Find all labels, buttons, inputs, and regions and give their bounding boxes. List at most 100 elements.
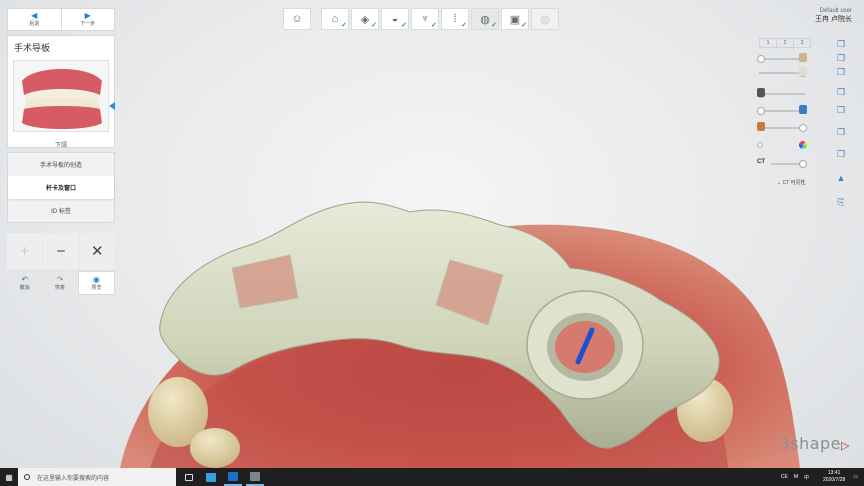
- step-guide-creation[interactable]: 手术导板的创造: [8, 153, 114, 176]
- crown-icon: ◒: [391, 13, 399, 25]
- mountain-icon[interactable]: ▲: [835, 172, 847, 184]
- check-icon: ✓: [431, 22, 437, 29]
- slider-knob[interactable]: [757, 55, 765, 63]
- patient-photo-button[interactable]: ☺: [283, 8, 311, 30]
- view-tab-3[interactable]: 3: [793, 39, 810, 47]
- tooth-icon: ♆: [420, 13, 430, 25]
- step-bar-window[interactable]: 杆卡及窗口: [8, 176, 114, 199]
- task-view-icon[interactable]: [180, 468, 198, 486]
- visibility-panel: 1 2 3 ❐ ❐ ❐ ❐ ❐ ❐ ❐ CT ▲ ⌄ CT 可见性 ⎘: [757, 38, 857, 207]
- undo-button[interactable]: ↶ 撤消: [7, 271, 42, 295]
- back-button[interactable]: ◀ 后退: [8, 9, 61, 30]
- ime-mode[interactable]: 中: [804, 474, 809, 481]
- layer-icon[interactable]: ❐: [835, 86, 847, 98]
- step-implant-button[interactable]: ⁞ ✓: [441, 8, 469, 30]
- brand-text: 3shape: [779, 434, 842, 453]
- action-row: ↶ 撤消 ↷ 恢复 ◉ 预览: [7, 271, 115, 295]
- jaw-thumbnail-image: [22, 69, 102, 129]
- windows-start-icon[interactable]: ▦: [0, 468, 18, 486]
- system-tray: CE M 中 13:41 2020/7/28 ▭: [781, 468, 858, 486]
- check-icon: ✓: [371, 22, 377, 29]
- model-swatch-icon: [799, 67, 807, 76]
- jaw-thumbnail[interactable]: [13, 60, 109, 132]
- windows-taskbar: ▦ 在这里输入你要搜索的内容 CE M 中 13:41 2020/7/28 ▭: [0, 468, 864, 486]
- layer-icon[interactable]: ❐: [835, 66, 847, 78]
- delete-tool-button[interactable]: ✕: [79, 233, 115, 269]
- thumbnail-marker-icon: [109, 102, 115, 110]
- patient-photo-icon: ☺: [291, 13, 303, 25]
- lang-indicator[interactable]: CE: [781, 474, 788, 480]
- model-icon: ◈: [360, 13, 370, 26]
- layer-icon[interactable]: ❐: [835, 126, 847, 138]
- thumbnail-label: 下颌: [54, 143, 67, 149]
- step-guide-button[interactable]: ◍ ✓: [471, 8, 499, 30]
- check-icon: ✓: [401, 22, 407, 29]
- slider-knob[interactable]: [757, 107, 765, 115]
- undo-icon: ↶: [21, 275, 29, 284]
- layer-icon[interactable]: ❐: [835, 104, 847, 116]
- view-tabs: 1 2 3: [759, 38, 811, 48]
- clock-date: 2020/7/28: [823, 477, 846, 483]
- layer-icon[interactable]: ❐: [835, 148, 847, 160]
- implant-swatch-icon: [757, 88, 765, 97]
- layer-icon[interactable]: ❐: [835, 52, 847, 64]
- ime-indicator[interactable]: M: [794, 474, 798, 480]
- workflow-toolbar: ☺ ⌂ ✓ ◈ ✓ ◒ ✓ ♆ ✓ ⁞ ✓ ◍ ✓ ▣ ✓ ◎: [283, 8, 561, 30]
- app-icon-1[interactable]: [202, 468, 220, 486]
- step-export-button[interactable]: ▣ ✓: [501, 8, 529, 30]
- opacity-slider-5[interactable]: [759, 124, 807, 132]
- check-icon: ✓: [461, 22, 467, 29]
- workflow-card: 手术导板 下颌: [7, 35, 115, 149]
- tooth-left-2: [190, 428, 240, 468]
- app-icon-2[interactable]: [224, 468, 242, 486]
- export-view-icon[interactable]: ⎘: [835, 196, 847, 208]
- scan-icon: ⌂: [331, 13, 339, 25]
- nav-row: ◀ 后退 ▶ 下一步: [7, 8, 115, 31]
- preview-button[interactable]: ◉ 预览: [77, 271, 115, 295]
- slider-knob[interactable]: [799, 160, 807, 168]
- brand-triangle-icon: ▷: [841, 439, 850, 452]
- left-panel: ◀ 后退 ▶ 下一步 手术导板 下颌 手术导板的创造 杆卡及窗口 ID 标签 +…: [7, 8, 115, 295]
- taskbar-search[interactable]: 在这里输入你要搜索的内容: [18, 468, 176, 486]
- ct-slider[interactable]: [771, 160, 807, 168]
- cortana-icon: [24, 474, 30, 480]
- step-final-button[interactable]: ◎: [531, 8, 559, 30]
- color-off-icon[interactable]: [757, 142, 763, 148]
- color-wheel-icon[interactable]: [799, 141, 807, 149]
- redo-icon: ↷: [56, 275, 64, 284]
- implant-icon: ⁞: [453, 13, 457, 25]
- next-label: 下一步: [80, 21, 96, 27]
- add-tool-button[interactable]: +: [7, 233, 43, 269]
- step-crown-button[interactable]: ◒ ✓: [381, 8, 409, 30]
- clock-time: 13:41: [827, 470, 841, 476]
- export-icon: ▣: [509, 13, 521, 26]
- check-icon: ✓: [341, 22, 347, 29]
- ct-visibility-toggle[interactable]: ⌄ CT 可见性: [777, 179, 806, 186]
- layer-icon[interactable]: ❐: [835, 38, 847, 50]
- step-list: 手术导板的创造 杆卡及窗口 ID 标签: [7, 152, 115, 223]
- preview-label: 预览: [91, 285, 102, 291]
- undo-label: 撤消: [19, 285, 30, 291]
- remove-tool-button[interactable]: −: [43, 233, 79, 269]
- clock[interactable]: 13:41 2020/7/28: [823, 470, 845, 484]
- next-button[interactable]: ▶ 下一步: [60, 9, 115, 30]
- user-name: 王冉 卢院长: [815, 16, 852, 23]
- view-tab-1[interactable]: 1: [760, 39, 776, 47]
- step-model-button[interactable]: ◈ ✓: [351, 8, 379, 30]
- app-icon-3[interactable]: [246, 468, 264, 486]
- back-label: 后退: [29, 21, 40, 27]
- 3d-viewport[interactable]: [0, 0, 864, 468]
- dental-scene: [120, 201, 800, 468]
- check-icon: ✓: [491, 22, 497, 29]
- guide-icon: ◍: [480, 13, 490, 26]
- step-scan-button[interactable]: ⌂ ✓: [321, 8, 349, 30]
- step-id-label[interactable]: ID 标签: [8, 199, 114, 222]
- notification-icon[interactable]: ▭: [853, 474, 858, 480]
- ct-visibility-label: CT 可见性: [782, 180, 806, 186]
- slider-knob[interactable]: [799, 124, 807, 132]
- opacity-slider-3[interactable]: [757, 90, 805, 98]
- redo-button[interactable]: ↷ 恢复: [42, 271, 77, 295]
- view-tab-2[interactable]: 2: [776, 39, 793, 47]
- step-tooth-button[interactable]: ♆ ✓: [411, 8, 439, 30]
- arrow-left-icon: ◀: [31, 11, 38, 20]
